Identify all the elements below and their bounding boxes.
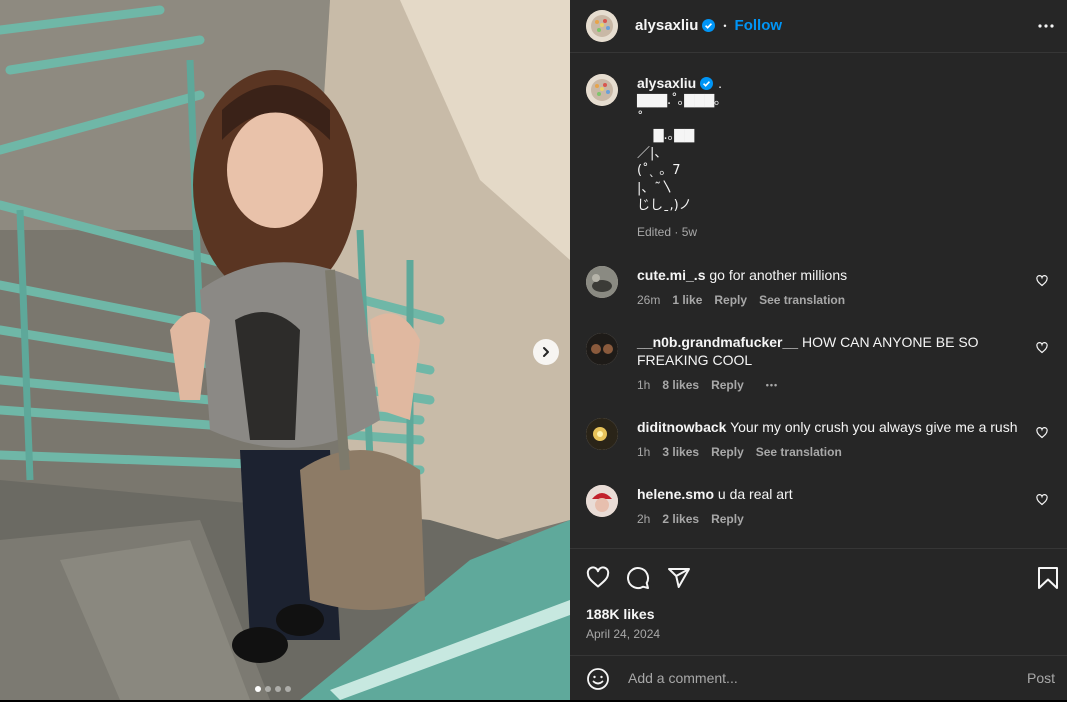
comment-username[interactable]: diditnowback (637, 419, 726, 435)
comment-like-heart-icon[interactable] (1036, 275, 1048, 287)
post-caption: alysaxliu . ▇▇▇.˚｡▇▇▇｡ ˚ ▇.｡▇▇ ／|、 (˚ˎ 。… (637, 74, 1037, 241)
comment-username[interactable]: helene.smo (637, 486, 714, 502)
comment-likes[interactable]: 3 likes (662, 443, 699, 461)
comment-input[interactable] (626, 669, 1000, 687)
post-actions-section: 188K likes April 24, 2024 Post (570, 548, 1067, 701)
commenter-avatar[interactable] (586, 333, 618, 365)
verified-badge-icon (700, 76, 714, 90)
post-header: alysaxliu • Follow (570, 0, 1067, 53)
post-viewer: alysaxliu • Follow alysaxliu . ▇▇▇.˚｡▇▇▇… (0, 0, 1067, 700)
author-username[interactable]: alysaxliu (635, 17, 698, 34)
comment-username[interactable]: cute.mi_.s (637, 267, 705, 283)
caption-username[interactable]: alysaxliu (637, 74, 696, 92)
comment-text: Your my only crush you always give me a … (730, 419, 1018, 435)
comment-time: 1h (637, 445, 651, 459)
avatar-image (586, 333, 618, 365)
comment-like-heart-icon[interactable] (1036, 494, 1048, 506)
heart-icon[interactable] (586, 566, 610, 590)
post-comment-button[interactable]: Post (1027, 670, 1055, 686)
comment-icon[interactable] (626, 566, 650, 590)
commenter-avatar[interactable] (586, 485, 618, 517)
reply-button[interactable]: Reply (711, 376, 744, 394)
post-details-panel: alysaxliu • Follow alysaxliu . ▇▇▇.˚｡▇▇▇… (570, 0, 1067, 700)
emoji-icon[interactable] (586, 667, 610, 691)
post-photo[interactable] (0, 0, 570, 700)
avatar-image (586, 485, 618, 517)
carousel-dot (285, 686, 291, 692)
next-image-button[interactable] (533, 339, 559, 365)
carousel-dot (255, 686, 261, 692)
see-translation-button[interactable]: See translation (756, 443, 842, 461)
post-date: April 24, 2024 (586, 627, 661, 641)
caption-suffix: . (718, 75, 723, 91)
more-options-icon[interactable] (1037, 17, 1055, 35)
caption-author-avatar[interactable] (586, 74, 618, 106)
chevron-right-icon (543, 347, 549, 357)
avatar-image (586, 418, 618, 450)
comment-like-heart-icon[interactable] (1036, 342, 1048, 354)
comment-more-options[interactable]: ••• (766, 376, 778, 394)
caption-text: ▇▇▇.˚｡▇▇▇｡ ˚ ▇.｡▇▇ ／|、 (˚ˎ 。7 |、˜〵 じしˍ,)… (637, 93, 721, 213)
reply-button[interactable]: Reply (711, 443, 744, 461)
comment-likes[interactable]: 8 likes (662, 376, 699, 394)
photo-image (0, 0, 570, 700)
comment-likes[interactable]: 2 likes (662, 510, 699, 528)
avatar-image (586, 74, 618, 106)
bookmark-icon[interactable] (1037, 566, 1059, 590)
verified-badge-icon (702, 19, 716, 32)
comment-text: go for another millions (709, 267, 848, 283)
commenter-avatar[interactable] (586, 266, 618, 298)
carousel-dot (265, 686, 271, 692)
reply-button[interactable]: Reply (711, 510, 744, 528)
comment-time: 26m (637, 293, 661, 307)
comment-text: u da real art (717, 486, 793, 502)
avatar-image (586, 266, 618, 298)
comment-username[interactable]: __n0b.grandmafucker__ (637, 334, 798, 350)
comment-time: 1h (637, 378, 651, 392)
comment-like-heart-icon[interactable] (1036, 427, 1048, 439)
comment-time: 2h (637, 512, 651, 526)
carousel-indicator (255, 686, 291, 692)
author-avatar[interactable] (586, 10, 618, 42)
avatar-image (586, 10, 618, 42)
commenter-avatar[interactable] (586, 418, 618, 450)
comment-composer: Post (570, 655, 1067, 702)
follow-button[interactable]: Follow (735, 17, 783, 34)
reply-button[interactable]: Reply (714, 291, 747, 309)
share-icon[interactable] (667, 566, 691, 590)
likes-count[interactable]: 188K likes (586, 606, 655, 622)
see-translation-button[interactable]: See translation (759, 291, 845, 309)
header-separator: • (723, 20, 727, 31)
carousel-dot (275, 686, 281, 692)
caption-meta: Edited · 5w (637, 224, 698, 239)
comment-likes[interactable]: 1 like (672, 291, 702, 309)
